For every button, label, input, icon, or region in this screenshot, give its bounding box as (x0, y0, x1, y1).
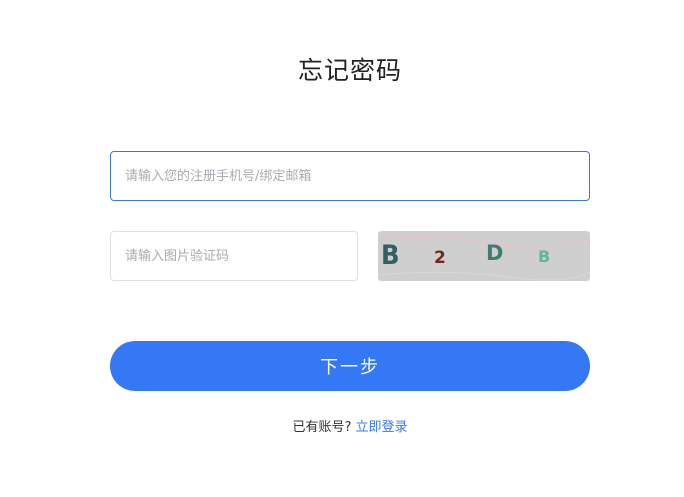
captcha-noise (378, 235, 590, 281)
account-input[interactable] (110, 151, 590, 201)
captcha-image[interactable]: B 2 D B (378, 231, 590, 281)
login-link[interactable]: 立即登录 (356, 420, 408, 435)
captcha-char: B (381, 240, 400, 271)
page-title: 忘记密码 (297, 56, 402, 85)
login-prompt: 已有账号? 立即登录 (0, 419, 684, 437)
captcha-input[interactable] (110, 231, 358, 281)
captcha-char: 2 (434, 248, 446, 268)
have-account-text: 已有账号? (292, 420, 352, 435)
next-step-button[interactable]: 下一步 (110, 341, 590, 391)
captcha-char: D (486, 241, 504, 265)
captcha-char: B (538, 247, 551, 266)
